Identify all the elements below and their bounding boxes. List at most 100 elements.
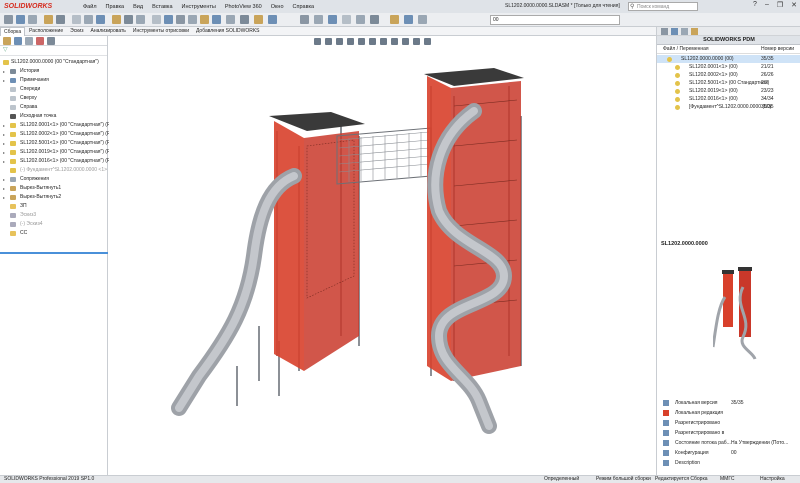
update-speedpak-icon[interactable] [164, 15, 173, 24]
menu-insert[interactable]: Вставка [151, 4, 173, 10]
apply-scene-icon[interactable] [413, 38, 420, 45]
filter-icon[interactable] [268, 15, 277, 24]
tab-evaluate[interactable]: Анализировать [88, 27, 129, 36]
tree-item[interactable]: ▸ Сопряжения [0, 175, 107, 184]
zoom-to-area-icon[interactable] [325, 38, 332, 45]
tree-item[interactable]: ▸ SL1202.0019<1> (00 "Стандартная") (Р [0, 148, 110, 157]
expand-arrow-icon[interactable]: ▸ [3, 121, 5, 130]
menu-view[interactable]: Вид [132, 4, 144, 10]
tree-scrollbar[interactable] [0, 252, 108, 254]
menu-tools[interactable]: Инструменты [181, 4, 217, 10]
pdm-tab-icon[interactable] [661, 28, 668, 35]
tree-item[interactable]: Спереди [0, 85, 107, 94]
tree-item[interactable]: ▸ Вырез-Вытянуть2 [0, 193, 107, 202]
tree-item[interactable]: ▸ История [0, 67, 107, 76]
tab-addins[interactable]: Добавления SOLIDWORKS [193, 27, 263, 36]
exploded-view-icon[interactable] [136, 15, 145, 24]
section-view-icon[interactable] [347, 38, 354, 45]
col-file-header[interactable]: Файл / Переменная [663, 45, 709, 54]
view-orientation-icon[interactable] [369, 38, 376, 45]
configuration-manager-tab-icon[interactable] [25, 37, 33, 45]
menu-window[interactable]: Окно [270, 4, 285, 10]
tree-item[interactable]: Сверху [0, 94, 107, 103]
tab-sketch[interactable]: Эскиз [67, 27, 86, 36]
reference-geometry-icon[interactable] [96, 15, 105, 24]
save-icon[interactable] [328, 15, 337, 24]
large-assembly-mode-icon[interactable] [188, 15, 197, 24]
new-motion-study-icon[interactable] [112, 15, 121, 24]
expand-arrow-icon[interactable]: ▸ [3, 76, 5, 85]
menu-edit[interactable]: Правка [105, 4, 126, 10]
expand-arrow-icon[interactable]: ▸ [3, 139, 5, 148]
print-icon[interactable] [342, 15, 351, 24]
select-icon[interactable] [254, 15, 263, 24]
graphics-viewport[interactable] [109, 36, 655, 475]
bill-of-materials-icon[interactable] [124, 15, 133, 24]
tree-item[interactable]: ЗП [0, 202, 107, 211]
dimxpert-tab-icon[interactable] [36, 37, 44, 45]
mate-icon[interactable] [28, 15, 37, 24]
expand-arrow-icon[interactable]: ▸ [3, 130, 5, 139]
tree-item[interactable]: ▸ Вырез-Вытянуть1 [0, 184, 107, 193]
undo-icon[interactable] [356, 15, 365, 24]
configuration-select[interactable]: 00 [490, 15, 620, 25]
view-settings-icon[interactable] [424, 38, 431, 45]
minimize-icon[interactable]: – [765, 1, 769, 9]
cursor-icon[interactable] [212, 15, 221, 24]
new-file-icon[interactable] [300, 15, 309, 24]
tab-layout[interactable]: Расположение [26, 27, 66, 36]
solidworks-logo[interactable]: SOLIDWORKS [0, 0, 52, 13]
file-properties-icon[interactable] [404, 15, 413, 24]
tree-item[interactable]: Справа [0, 103, 107, 112]
assembly-features-icon[interactable] [84, 15, 93, 24]
property-manager-tab-icon[interactable] [14, 37, 22, 45]
tree-item[interactable]: ▸ SL1202.0002<1> (00 "Стандартная") (Р [0, 130, 110, 139]
pdm-file-row[interactable]: SL1202.0000.0000 (00) 35/35 [657, 55, 800, 63]
pdm-file-row[interactable]: SL1202.0002<1> (00) 26/26 [657, 71, 800, 79]
hide-show-items-icon[interactable] [391, 38, 398, 45]
status-units[interactable]: ММГС [720, 476, 734, 483]
design-library-tab-icon[interactable] [671, 28, 678, 35]
playground-3d-model[interactable] [109, 36, 655, 475]
view-palette-tab-icon[interactable] [691, 28, 698, 35]
restore-icon[interactable]: ❐ [777, 1, 783, 9]
tab-assembly[interactable]: Сборка [0, 27, 26, 36]
file-explorer-tab-icon[interactable] [681, 28, 688, 35]
redo-icon[interactable] [370, 15, 379, 24]
tree-item[interactable]: Исходная точка [0, 112, 107, 121]
pdm-file-row[interactable]: [Фундамент^SL1202.0000.0000 (00) 35/35 [657, 103, 800, 111]
menu-help[interactable]: Справка [292, 4, 316, 10]
expand-arrow-icon[interactable]: ▸ [3, 193, 5, 202]
search-commands-input[interactable]: ⚲ Поиск команд [628, 2, 698, 11]
edit-appearance-icon[interactable] [402, 38, 409, 45]
tree-item[interactable]: (-) Эскиз4 [0, 220, 107, 229]
tree-item[interactable]: ▸ Примечания [0, 76, 107, 85]
display-manager-tab-icon[interactable] [47, 37, 55, 45]
status-settings[interactable]: Настройка [760, 476, 785, 483]
tree-item[interactable]: (-) Фундамент^SL1202.0000.0000 <1> [0, 166, 107, 175]
tree-item[interactable]: ▸ SL1202.0016<1> (00 "Стандартная") (Р [0, 157, 110, 166]
grid-icon[interactable] [240, 15, 249, 24]
dynamic-annotation-icon[interactable] [358, 38, 365, 45]
display-style-icon[interactable] [380, 38, 387, 45]
expand-arrow-icon[interactable]: ▸ [3, 157, 5, 166]
show-hidden-icon[interactable] [72, 15, 81, 24]
menu-file[interactable]: Файл [82, 4, 98, 10]
expand-arrow-icon[interactable]: ▸ [3, 148, 5, 157]
tree-item[interactable]: ▸ SL1202.0001<1> (00 "Стандартная") (Р [0, 121, 110, 130]
expand-arrow-icon[interactable]: ▸ [3, 175, 5, 184]
open-file-icon[interactable] [314, 15, 323, 24]
pdm-file-row[interactable]: SL1202.0019<1> (00) 23/23 [657, 87, 800, 95]
expand-arrow-icon[interactable]: ▸ [3, 184, 5, 193]
take-snapshot-icon[interactable] [176, 15, 185, 24]
expand-arrow-icon[interactable]: ▸ [3, 67, 5, 76]
feature-tree-tab-icon[interactable] [3, 37, 11, 45]
pdm-file-row[interactable]: SL1202.5001<1> (00 Стандартная) 2/2 [657, 79, 800, 87]
tree-item[interactable]: Эскиз3 [0, 211, 107, 220]
pdm-file-row[interactable]: SL1202.0016<1> (00) 34/34 [657, 95, 800, 103]
pdm-file-row[interactable]: SL1202.0001<1> (00) 21/21 [657, 63, 800, 71]
col-version-header[interactable]: Номер версии [761, 45, 794, 54]
zoom-to-fit-icon[interactable] [314, 38, 321, 45]
snap-icon[interactable] [226, 15, 235, 24]
tree-filter[interactable]: ▽ [0, 46, 107, 56]
